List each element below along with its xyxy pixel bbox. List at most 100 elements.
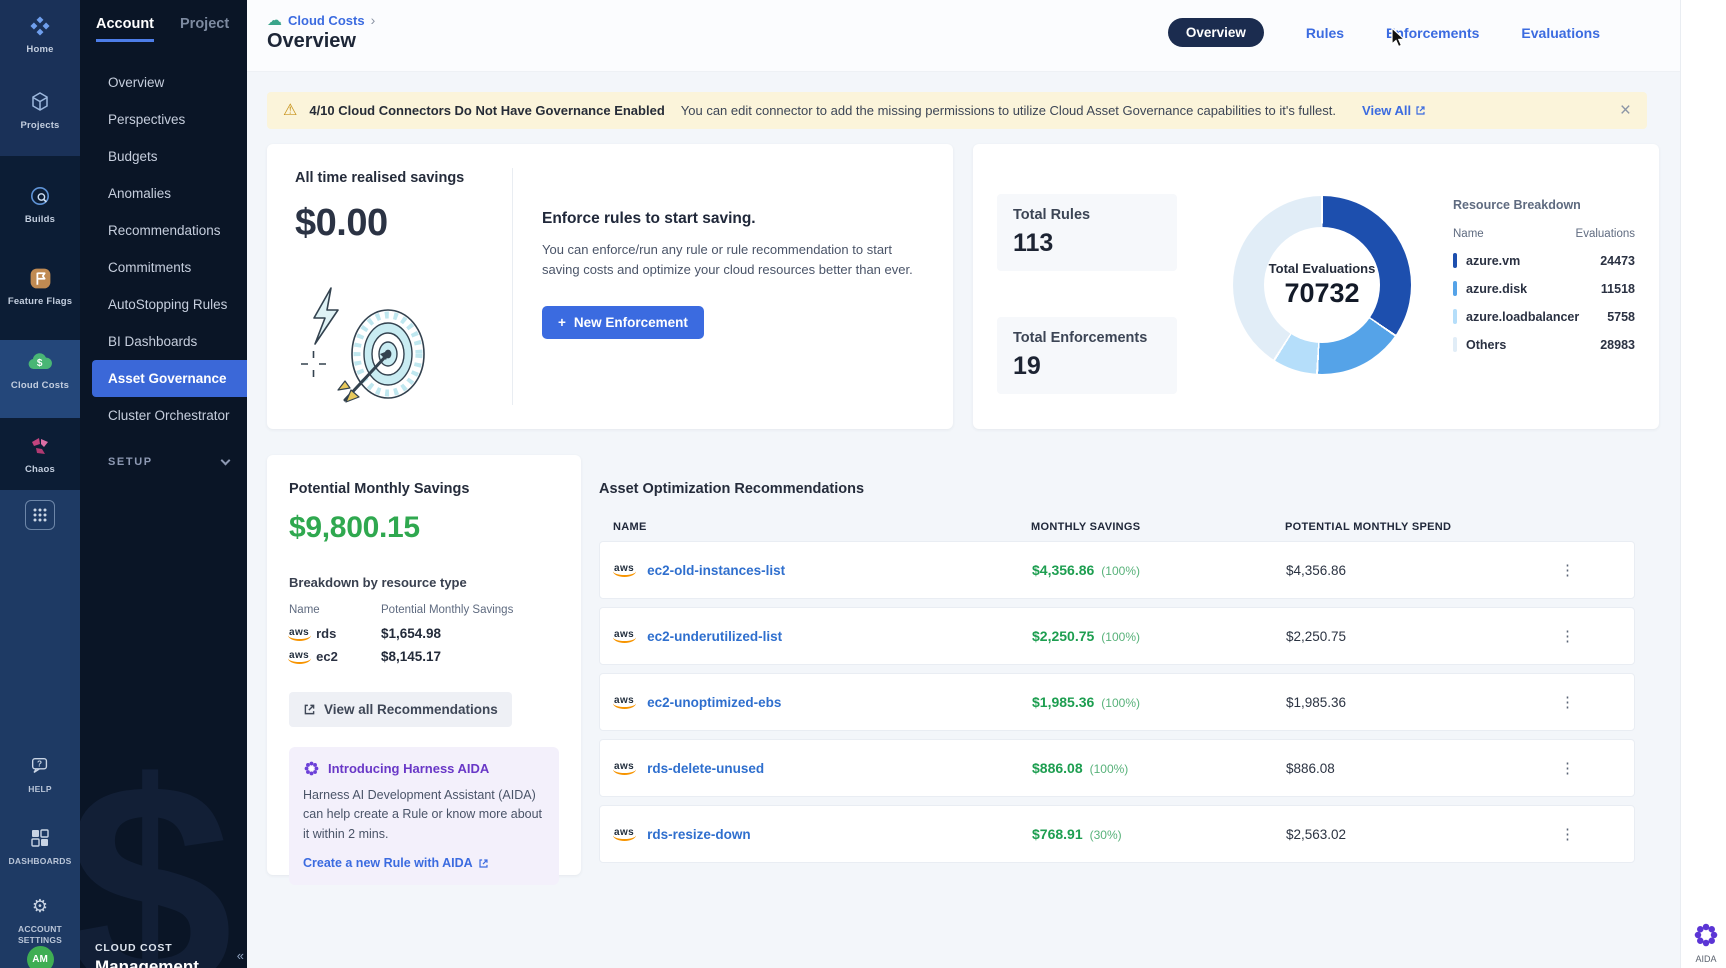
rail-item-home[interactable]: Home [0, 12, 80, 55]
legend-row: azure.loadbalancer 5758 [1453, 309, 1635, 324]
rail-item-help[interactable]: ? HELP [0, 752, 80, 795]
recommendation-row[interactable]: aws ec2-unoptimized-ebs $1,985.36(100%) … [599, 673, 1635, 731]
user-avatar[interactable]: AM [0, 946, 80, 968]
create-rule-with-aida-label: Create a new Rule with AIDA [303, 856, 473, 870]
sidebar-item-asset-governance[interactable]: Asset Governance [92, 360, 247, 397]
sidebar-item-commitments[interactable]: Commitments [80, 249, 247, 286]
tab-account[interactable]: Account [96, 16, 154, 42]
row-kebab-menu-icon[interactable]: ⋮ [1546, 693, 1634, 711]
dollar-watermark: $ [80, 738, 233, 968]
row-kebab-menu-icon[interactable]: ⋮ [1546, 561, 1634, 579]
rule-link[interactable]: ec2-old-instances-list [647, 563, 785, 578]
external-link-icon [303, 703, 316, 716]
rail-item-projects[interactable]: Projects [0, 88, 80, 131]
resource-type-row: aws rds $1,654.98 [289, 626, 559, 641]
chaos-icon [0, 432, 80, 460]
recommendations-table-header: NAME MONTHLY SAVINGS POTENTIAL MONTHLY S… [599, 521, 1635, 533]
rail-item-feature-flags[interactable]: Feature Flags [0, 264, 80, 307]
setup-section-toggle[interactable]: SETUP [80, 456, 247, 468]
tab-enforcements[interactable]: Enforcements [1386, 25, 1479, 41]
help-chat-icon: ? [0, 752, 80, 780]
banner-body: You can edit connector to add the missin… [681, 103, 1336, 118]
cloud-costs-icon: $ [0, 348, 80, 376]
aws-logo-icon: aws [289, 650, 309, 664]
external-link-icon [1415, 105, 1426, 116]
col-name: Name [289, 604, 381, 616]
rail-item-label: Cloud Costs [0, 380, 80, 391]
breakdown-by-resource-title: Breakdown by resource type [289, 575, 559, 590]
rule-link[interactable]: ec2-unoptimized-ebs [647, 695, 781, 710]
aida-fab-button[interactable]: AIDA [1693, 922, 1719, 964]
rule-link[interactable]: rds-resize-down [647, 827, 751, 842]
rail-item-account-settings[interactable]: ⚙ ACCOUNT SETTINGS [0, 892, 80, 946]
realised-savings-card: All time realised savings $0.00 [267, 144, 953, 429]
legend-value: 5758 [1607, 310, 1635, 324]
aida-fab-label: AIDA [1693, 954, 1719, 964]
resource-name: ec2 [316, 649, 338, 664]
row-kebab-menu-icon[interactable]: ⋮ [1546, 627, 1634, 645]
tab-project[interactable]: Project [180, 16, 229, 42]
rule-link[interactable]: rds-delete-unused [647, 761, 764, 776]
aws-logo-icon: aws [614, 827, 634, 841]
banner-title: 4/10 Cloud Connectors Do Not Have Govern… [309, 103, 664, 118]
rail-item-builds[interactable]: Builds [0, 182, 80, 225]
total-enforcements-value: 19 [1013, 352, 1161, 381]
monthly-savings-value: $2,250.75 [1032, 628, 1094, 644]
row-kebab-menu-icon[interactable]: ⋮ [1546, 759, 1634, 777]
legend-name: Others [1466, 338, 1506, 352]
aida-flower-icon [1693, 922, 1719, 948]
sidebar-item-overview[interactable]: Overview [80, 64, 247, 101]
recommendation-row[interactable]: aws rds-delete-unused $886.08(100%) $886… [599, 739, 1635, 797]
total-rules-value: 113 [1013, 229, 1161, 258]
sidebar-item-budgets[interactable]: Budgets [80, 138, 247, 175]
sidebar-item-recommendations[interactable]: Recommendations [80, 212, 247, 249]
monthly-savings-value: $886.08 [1032, 760, 1083, 776]
legend-name: azure.vm [1466, 254, 1520, 268]
view-all-link[interactable]: View All [1362, 103, 1426, 118]
monthly-savings-value: $4,356.86 [1032, 562, 1094, 578]
legend-row: azure.disk 11518 [1453, 281, 1635, 296]
module-footer-line2: Management [95, 957, 199, 968]
banner-close-icon[interactable]: × [1620, 101, 1631, 120]
donut-center-label: Total Evaluations [1269, 261, 1376, 276]
total-rules-tile: Total Rules 113 [997, 194, 1177, 271]
sidebar-item-perspectives[interactable]: Perspectives [80, 101, 247, 138]
tab-rules[interactable]: Rules [1306, 25, 1344, 41]
setup-label: SETUP [108, 456, 153, 468]
aws-logo-icon: aws [614, 761, 634, 775]
sidebar-collapse-icon[interactable]: « [237, 948, 244, 963]
col-potential-monthly-spend: POTENTIAL MONTHLY SPEND [1285, 521, 1547, 533]
new-enforcement-button[interactable]: + New Enforcement [542, 306, 704, 339]
create-rule-with-aida-link[interactable]: Create a new Rule with AIDA [303, 856, 489, 870]
tab-overview[interactable]: Overview [1168, 18, 1264, 47]
tab-evaluations[interactable]: Evaluations [1521, 25, 1600, 41]
col-potential-monthly-savings: Potential Monthly Savings [381, 604, 513, 616]
sidebar-menu: Overview Perspectives Budgets Anomalies … [80, 64, 247, 434]
recommendation-row[interactable]: aws ec2-old-instances-list $4,356.86(100… [599, 541, 1635, 599]
rail-item-cloud-costs[interactable]: $ Cloud Costs [0, 348, 80, 391]
legend-value: 11518 [1601, 282, 1635, 296]
view-all-recommendations-button[interactable]: View all Recommendations [289, 692, 512, 727]
breadcrumb-cloud-costs-link[interactable]: Cloud Costs [288, 13, 365, 28]
rail-item-chaos[interactable]: Chaos [0, 432, 80, 475]
sidebar-item-cluster-orchestrator[interactable]: Cluster Orchestrator [80, 397, 247, 434]
module-rail: Home Projects Builds Feature Flags $ Clo… [0, 0, 80, 968]
rail-item-dashboards[interactable]: DASHBOARDS [0, 824, 80, 867]
legend-name: azure.disk [1466, 282, 1527, 296]
sidebar-item-anomalies[interactable]: Anomalies [80, 175, 247, 212]
row-kebab-menu-icon[interactable]: ⋮ [1546, 825, 1634, 843]
legend-chip-azure-vm [1453, 253, 1457, 268]
sidebar-item-bi-dashboards[interactable]: BI Dashboards [80, 323, 247, 360]
resource-savings: $1,654.98 [381, 626, 441, 641]
rule-link[interactable]: ec2-underutilized-list [647, 629, 782, 644]
module-footer: CLOUD COST Management [95, 942, 199, 968]
harness-home-icon [0, 12, 80, 40]
recommendation-row[interactable]: aws ec2-underutilized-list $2,250.75(100… [599, 607, 1635, 665]
col-monthly-savings: MONTHLY SAVINGS [1031, 521, 1285, 533]
sidebar-item-autostopping-rules[interactable]: AutoStopping Rules [80, 286, 247, 323]
plus-icon: + [558, 315, 566, 330]
breadcrumb-separator: › [371, 12, 376, 28]
recommendation-row[interactable]: aws rds-resize-down $768.91(30%) $2,563.… [599, 805, 1635, 863]
module-switcher-button[interactable] [0, 500, 80, 530]
donut-center: Total Evaluations 70732 [1264, 227, 1380, 343]
